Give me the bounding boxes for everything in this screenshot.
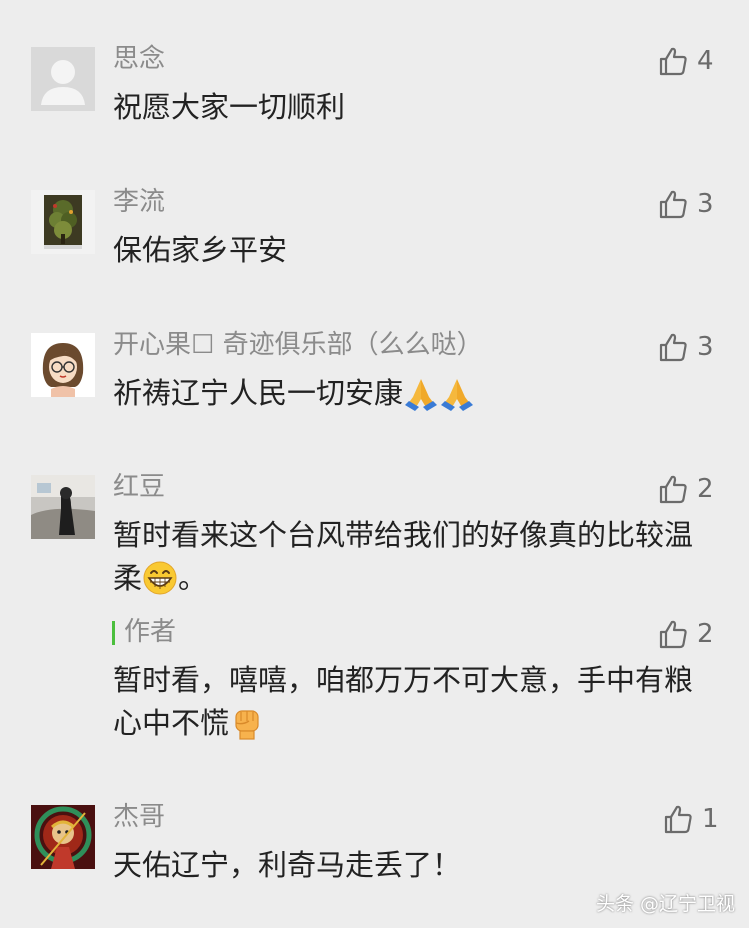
comment-text: 祈祷辽宁人民一切安康 [113, 372, 703, 415]
like-button[interactable]: 3 [657, 187, 714, 221]
like-count: 3 [697, 189, 714, 219]
thumbs-up-icon [659, 475, 687, 504]
author-reply-body: 暂时看，嘻嘻，咱都万万不可大意，手中有粮心中不慌 [113, 663, 694, 740]
praying-hands-emoji-icon [405, 379, 438, 411]
comment-text: 天佑辽宁，利奇马走丢了！ [113, 848, 462, 882]
like-button[interactable]: 4 [657, 44, 714, 78]
cartoon-girl-avatar-icon [31, 333, 95, 397]
comment-text-body: 祈祷辽宁人民一切安康 [113, 376, 404, 410]
like-count: 3 [697, 332, 714, 362]
author-label: 作者 [124, 617, 177, 647]
praying-hands-emoji-icon [441, 379, 474, 411]
like-button[interactable]: 3 [657, 330, 714, 364]
monkey-king-avatar-icon [31, 805, 95, 869]
grinning-face-emoji-icon [143, 561, 177, 595]
tree-picture-avatar-icon [31, 190, 95, 254]
commenter-name: 李流 [113, 187, 166, 217]
like-button[interactable]: 2 [657, 472, 714, 506]
commenter-name: 红豆 [113, 472, 166, 502]
commenter-name: 开心果☐ 奇迹俱乐部（么么哒） [113, 330, 483, 360]
comment-text-tail: 。 [178, 561, 208, 595]
avatar[interactable] [31, 190, 95, 254]
avatar[interactable] [31, 47, 95, 111]
avatar[interactable] [31, 333, 95, 397]
like-count: 4 [697, 46, 714, 76]
like-count: 2 [697, 474, 714, 504]
commenter-name: 杰哥 [113, 802, 166, 832]
author-reply-text: 暂时看，嘻嘻，咱都万万不可大意，手中有粮心中不慌 [113, 659, 693, 745]
thumbs-up-icon [659, 47, 687, 76]
avatar[interactable] [31, 475, 95, 539]
author-reply-indicator [112, 621, 115, 645]
thumbs-up-icon [659, 620, 687, 649]
thumbs-up-icon [659, 333, 687, 362]
avatar[interactable] [31, 805, 95, 869]
comment-text: 祝愿大家一切顺利 [113, 90, 346, 124]
like-button[interactable]: 1 [662, 802, 719, 836]
like-button[interactable]: 2 [657, 617, 714, 651]
comment-text: 暂时看来这个台风带给我们的好像真的比较温柔 。 [113, 514, 693, 600]
raised-fist-emoji-icon [235, 710, 259, 740]
comment-text: 保佑家乡平安 [113, 233, 288, 267]
like-count: 1 [702, 804, 719, 834]
default-avatar-icon [31, 47, 95, 111]
watermark: 头条 @辽宁卫视 [595, 893, 735, 915]
photo-avatar-icon [31, 475, 95, 539]
commenter-name: 思念 [113, 44, 166, 74]
thumbs-up-icon [664, 805, 692, 834]
thumbs-up-icon [659, 190, 687, 219]
like-count: 2 [697, 619, 714, 649]
